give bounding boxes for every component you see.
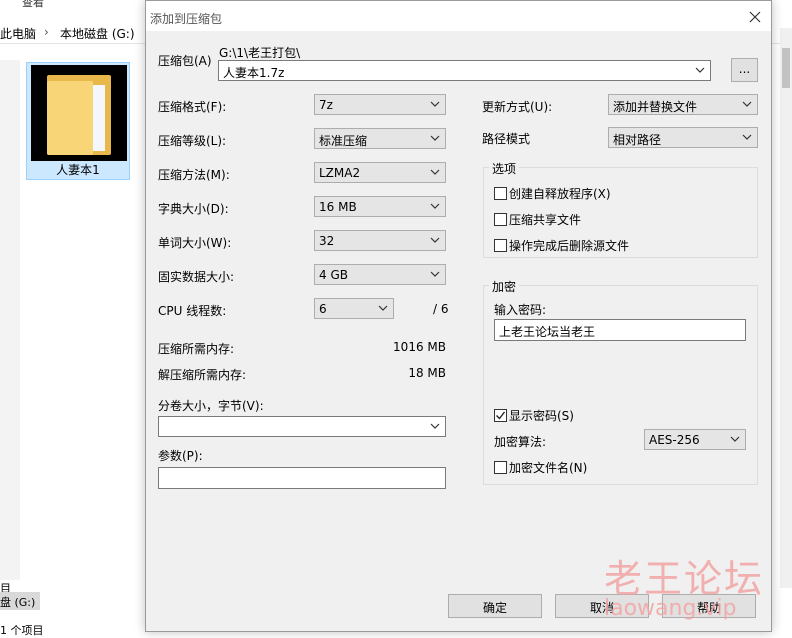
mem-decompress-label: 解压缩所需内存: <box>158 368 247 382</box>
dict-label: 字典大小(D): <box>158 202 229 216</box>
breadcrumb-separator-icon: › <box>44 25 49 39</box>
breadcrumb-drive[interactable]: 本地磁盘 (G:) <box>60 25 135 42</box>
level-value: 标准压缩 <box>319 134 368 148</box>
show-password-label: 显示密码(S) <box>509 409 574 423</box>
folder-name: 人妻本1 <box>56 163 100 177</box>
chevron-down-icon <box>430 101 440 107</box>
word-label: 单词大小(W): <box>158 236 232 250</box>
chevron-down-icon <box>430 237 440 243</box>
word-select[interactable]: 32 <box>314 230 446 251</box>
encryption-method-label: 加密算法: <box>494 435 547 449</box>
threads-total: / 6 <box>433 302 449 316</box>
chevron-down-icon <box>430 271 440 277</box>
path-mode-label: 路径模式 <box>482 132 531 146</box>
password-label: 输入密码: <box>494 303 547 317</box>
archive-name-combobox[interactable]: 人妻本1.7z <box>218 60 711 81</box>
method-select[interactable]: LZMA2 <box>314 162 446 183</box>
options-group-title: 选项 <box>489 160 520 177</box>
level-select[interactable]: 标准压缩 <box>314 128 446 149</box>
encrypt-names-label: 加密文件名(N) <box>509 461 588 475</box>
method-label: 压缩方法(M): <box>158 168 230 182</box>
format-label: 压缩格式(F): <box>158 100 227 114</box>
compress-shared-checkbox[interactable]: 压缩共享文件 <box>494 211 581 228</box>
mem-decompress-value: 18 MB <box>408 366 446 380</box>
delete-after-checkbox[interactable]: 操作完成后删除源文件 <box>494 237 629 254</box>
encryption-method-value: AES-256 <box>649 433 700 447</box>
checkbox-box[interactable] <box>494 213 507 226</box>
chevron-down-icon <box>742 101 752 107</box>
ok-button[interactable]: 确定 <box>448 594 542 618</box>
chevron-down-icon <box>730 436 740 442</box>
delete-after-label: 操作完成后删除源文件 <box>509 239 630 253</box>
watermark-text: 老王论坛 <box>604 557 765 601</box>
chevron-down-icon <box>430 423 440 429</box>
update-mode-value: 添加并替换文件 <box>613 100 698 114</box>
chevron-down-icon <box>430 169 440 175</box>
browse-button[interactable]: ... <box>731 58 758 82</box>
archive-path: G:\1\老王打包\ <box>219 46 301 60</box>
mem-compress-value: 1016 MB <box>393 340 446 354</box>
chevron-down-icon <box>430 135 440 141</box>
explorer-nav-pane[interactable] <box>0 60 20 580</box>
format-value: 7z <box>319 98 333 112</box>
level-label: 压缩等级(L): <box>158 134 227 148</box>
add-to-archive-dialog: 添加到压缩包 压缩包(A) G:\1\老王打包\ 人妻本1.7z ... 压缩格… <box>145 0 772 632</box>
dialog-titlebar[interactable]: 添加到压缩包 <box>146 1 771 31</box>
checkbox-box[interactable] <box>494 461 507 474</box>
threads-value: 6 <box>319 302 327 316</box>
chevron-down-icon <box>742 134 752 140</box>
mem-compress-label: 压缩所需内存: <box>158 342 235 356</box>
checkbox-box[interactable] <box>494 239 507 252</box>
close-icon <box>749 11 761 23</box>
solid-label: 固实数据大小: <box>158 270 235 284</box>
show-password-checkbox[interactable]: 显示密码(S) <box>494 407 574 424</box>
update-mode-label: 更新方式(U): <box>482 100 553 114</box>
solid-value: 4 GB <box>319 268 348 282</box>
explorer-scrollbar[interactable] <box>780 28 792 588</box>
archive-name-value: 人妻本1.7z <box>223 66 285 80</box>
checkmark-icon <box>496 411 506 420</box>
status-item-count: 1 个项目 <box>0 624 44 637</box>
split-size-combobox[interactable] <box>158 416 446 437</box>
watermark-url: laowang.vip <box>604 596 737 621</box>
nav-item-drive[interactable]: 盘 (G:) <box>0 594 35 610</box>
close-button[interactable] <box>744 7 766 27</box>
explorer-menu-view[interactable]: 查看 <box>22 0 44 10</box>
create-sfx-label: 创建自释放程序(X) <box>509 187 611 201</box>
create-sfx-checkbox[interactable]: 创建自释放程序(X) <box>494 185 611 202</box>
solid-select[interactable]: 4 GB <box>314 264 446 285</box>
method-value: LZMA2 <box>319 166 361 180</box>
encryption-method-select[interactable]: AES-256 <box>644 429 746 450</box>
params-label: 参数(P): <box>158 449 203 463</box>
update-mode-select[interactable]: 添加并替换文件 <box>608 94 758 115</box>
split-label: 分卷大小，字节(V): <box>158 399 264 413</box>
checkbox-box[interactable] <box>494 187 507 200</box>
explorer-nav-bottom: 目 盘 (G:) 1 个项目 <box>0 580 60 637</box>
chevron-down-icon <box>430 203 440 209</box>
dict-select[interactable]: 16 MB <box>314 196 446 217</box>
folder-icon <box>31 65 127 161</box>
checkbox-box[interactable] <box>494 409 507 422</box>
chevron-down-icon <box>695 67 705 73</box>
threads-label: CPU 线程数: <box>158 304 227 318</box>
compress-shared-label: 压缩共享文件 <box>509 213 582 227</box>
encryption-group-title: 加密 <box>489 278 520 295</box>
format-select[interactable]: 7z <box>314 94 446 115</box>
word-value: 32 <box>319 234 335 248</box>
encrypt-names-checkbox[interactable]: 加密文件名(N) <box>494 459 587 476</box>
password-input[interactable]: 上老王论坛当老王 <box>494 319 746 341</box>
chevron-down-icon <box>378 305 388 311</box>
dict-value: 16 MB <box>319 200 357 214</box>
dialog-title: 添加到压缩包 <box>150 12 223 26</box>
path-mode-select[interactable]: 相对路径 <box>608 127 758 148</box>
path-mode-value: 相对路径 <box>613 133 662 147</box>
archive-label: 压缩包(A) <box>158 54 212 68</box>
folder-item[interactable]: 人妻本1 <box>26 62 130 180</box>
params-input[interactable] <box>158 467 446 489</box>
breadcrumb-this-pc[interactable]: 此电脑 <box>0 25 36 42</box>
threads-select[interactable]: 6 <box>314 298 394 319</box>
